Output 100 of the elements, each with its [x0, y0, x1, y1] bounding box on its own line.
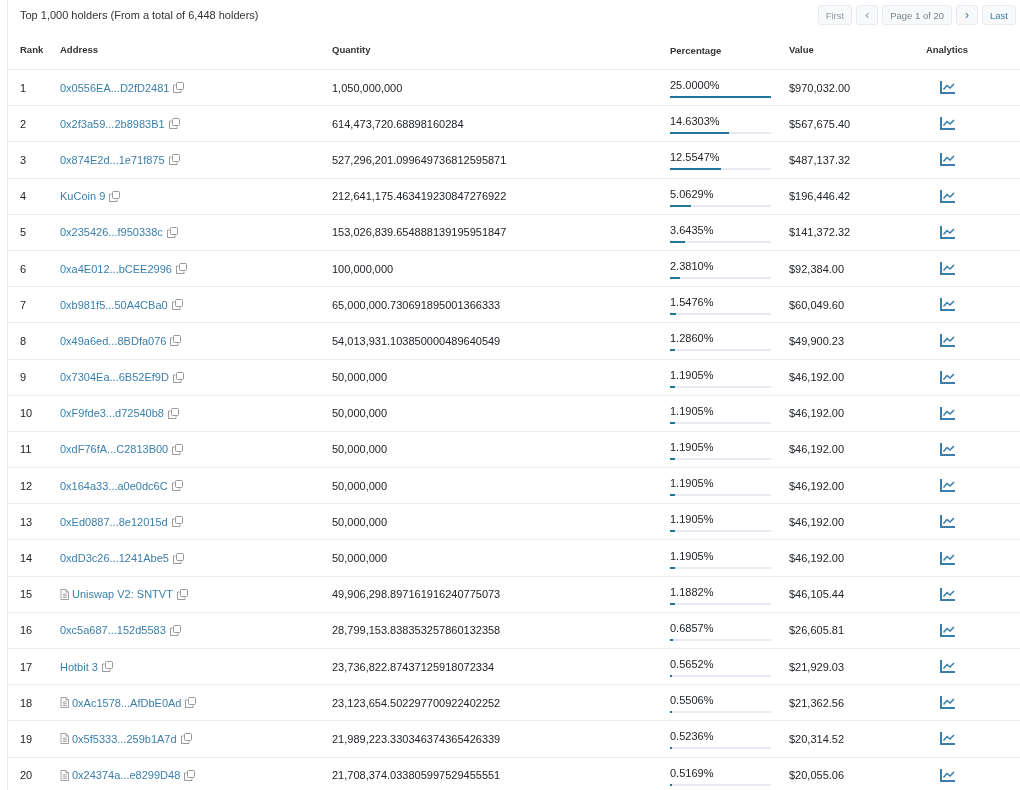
copy-icon[interactable]	[172, 371, 184, 383]
chart-icon[interactable]	[939, 660, 955, 674]
value-cell-text: $21,362.56	[789, 696, 846, 709]
address-link[interactable]: 0x0556EA...D2fD2481	[60, 81, 170, 94]
chart-icon[interactable]	[939, 732, 955, 746]
copy-icon[interactable]	[166, 226, 178, 238]
chart-icon[interactable]	[939, 189, 955, 203]
chart-icon[interactable]	[939, 406, 955, 420]
percentage-text: 5.0629%	[670, 187, 715, 201]
rank-cell-text: 3	[20, 153, 28, 166]
copy-icon[interactable]	[168, 154, 180, 166]
chart-icon[interactable]	[939, 117, 955, 131]
quantity-cell-text: 23,123,654.502297700922402252	[332, 696, 502, 709]
chart-icon[interactable]	[939, 153, 955, 167]
copy-icon[interactable]	[170, 335, 182, 347]
quantity-cell-text: 21,708,374.033805997529455551	[332, 769, 502, 782]
copy-icon[interactable]	[172, 443, 184, 455]
chart-icon[interactable]	[939, 370, 955, 384]
copy-icon[interactable]	[168, 118, 180, 130]
chart-icon[interactable]	[939, 768, 955, 782]
percentage-text: 1.1905%	[670, 513, 715, 527]
page-arrow-button[interactable]: ›	[956, 5, 979, 25]
rank-cell-text: 5	[20, 226, 28, 239]
chart-icon[interactable]	[939, 551, 955, 565]
address-link[interactable]: 0xdF76fA...C2813B00	[60, 443, 169, 456]
address-link[interactable]: 0xc5a687...152d5583	[60, 624, 166, 637]
address-link[interactable]: 0x2f3a59...2b8983B1	[60, 117, 165, 130]
address-link[interactable]: 0x164a33...a0e0dc6C	[60, 479, 168, 492]
page-indicator[interactable]: Page 1 of 20	[882, 5, 953, 25]
chart-icon[interactable]	[939, 623, 955, 637]
copy-icon[interactable]	[171, 480, 183, 492]
address-link[interactable]: 0x235426...f950338c	[60, 226, 163, 239]
value-cell-text: $60,049.60	[789, 298, 846, 311]
chart-icon[interactable]	[939, 696, 955, 710]
quantity-cell-text: 23,736,822.87437125918072334	[332, 660, 496, 673]
rank-cell-text: 10	[20, 407, 34, 420]
chart-icon[interactable]	[939, 298, 955, 312]
value-cell-text: $141,372.32	[789, 226, 852, 239]
address-link[interactable]: 0x24374a...e8299D48	[72, 769, 181, 782]
copy-icon[interactable]	[176, 588, 188, 600]
page-button[interactable]: Last	[982, 5, 1016, 25]
percentage-text: 0.6857%	[670, 621, 715, 635]
chart-icon[interactable]	[939, 225, 955, 239]
address-link[interactable]: KuCoin 9	[60, 190, 106, 203]
percentage-text: 25.0000%	[670, 79, 721, 93]
value-cell-text: $92,384.00	[789, 262, 846, 275]
chart-icon[interactable]	[939, 262, 955, 276]
copy-icon[interactable]	[175, 263, 187, 275]
percentage-text: 1.2860%	[670, 332, 715, 346]
rank-cell-text: 4	[20, 190, 28, 203]
address-link[interactable]: 0x49a6ed...8BDfa076	[60, 334, 167, 347]
value-cell-text: $46,192.00	[789, 371, 846, 384]
chart-icon[interactable]	[939, 442, 955, 456]
rank-cell-text: 1	[20, 81, 28, 94]
rank-cell-text: 13	[20, 515, 34, 528]
chart-icon[interactable]	[939, 334, 955, 348]
address-link[interactable]: Uniswap V2: SNTVT	[72, 588, 173, 601]
copy-icon[interactable]	[184, 769, 196, 781]
value-cell-text: $21,929.03	[789, 660, 846, 673]
address-link[interactable]: 0xa4E012...bCEE2996	[60, 262, 172, 275]
quantity-cell-text: 153,026,839.654888139195951847	[332, 226, 508, 239]
address-link[interactable]: 0xEd0887...8e12015d	[60, 515, 168, 528]
address-link[interactable]: 0xdD3c26...1241Abe5	[60, 552, 169, 565]
column-header: Percentage	[670, 44, 723, 56]
copy-icon[interactable]	[180, 733, 192, 745]
copy-icon[interactable]	[185, 697, 197, 709]
rank-cell-text: 8	[20, 334, 28, 347]
address-link[interactable]: Hotbit 3	[60, 660, 98, 673]
copy-icon[interactable]	[171, 299, 183, 311]
address-link[interactable]: 0x7304Ea...6B52Ef9D	[60, 371, 169, 384]
address-link[interactable]: 0xF9fde3...d72540b8	[60, 407, 164, 420]
value-cell-text: $26,605.81	[789, 624, 846, 637]
chart-icon[interactable]	[939, 587, 955, 601]
copy-icon[interactable]	[173, 82, 185, 94]
copy-icon[interactable]	[172, 552, 184, 564]
copy-icon[interactable]	[169, 624, 181, 636]
percentage-text: 0.5506%	[670, 694, 715, 708]
quantity-cell-text: 21,989,223.330346374365426339	[332, 732, 502, 745]
address-link[interactable]: 0xb981f5...50A4CBa0	[60, 298, 168, 311]
rank-cell-text: 19	[20, 732, 34, 745]
address-link[interactable]: 0xAc1578...AfDbE0Ad	[72, 696, 182, 709]
address-link[interactable]: 0x5f5333...259b1A7d	[72, 732, 177, 745]
copy-icon[interactable]	[171, 516, 183, 528]
chart-icon[interactable]	[939, 81, 955, 95]
copy-icon[interactable]	[101, 661, 113, 673]
rank-cell-text: 16	[20, 624, 34, 637]
value-cell-text: $567,675.40	[789, 117, 852, 130]
value-cell-text: $49,900.23	[789, 334, 846, 347]
percentage-text: 14.6303%	[670, 115, 721, 129]
copy-icon[interactable]	[109, 190, 121, 202]
copy-icon[interactable]	[168, 407, 179, 419]
percentage-text: 1.1905%	[670, 368, 715, 382]
value-cell-text: $196,446.42	[789, 190, 852, 203]
quantity-cell-text: 65,000,000.730691895001366333	[332, 298, 502, 311]
quantity-cell-text: 212,641,175.463419230847276922	[332, 190, 508, 203]
quantity-cell-text: 54,013,931.103850000489640549	[332, 334, 502, 347]
chart-icon[interactable]	[939, 515, 955, 529]
quantity-cell-text: 50,000,000	[332, 371, 389, 384]
address-link[interactable]: 0x874E2d...1e71f875	[60, 153, 165, 166]
chart-icon[interactable]	[939, 479, 955, 493]
